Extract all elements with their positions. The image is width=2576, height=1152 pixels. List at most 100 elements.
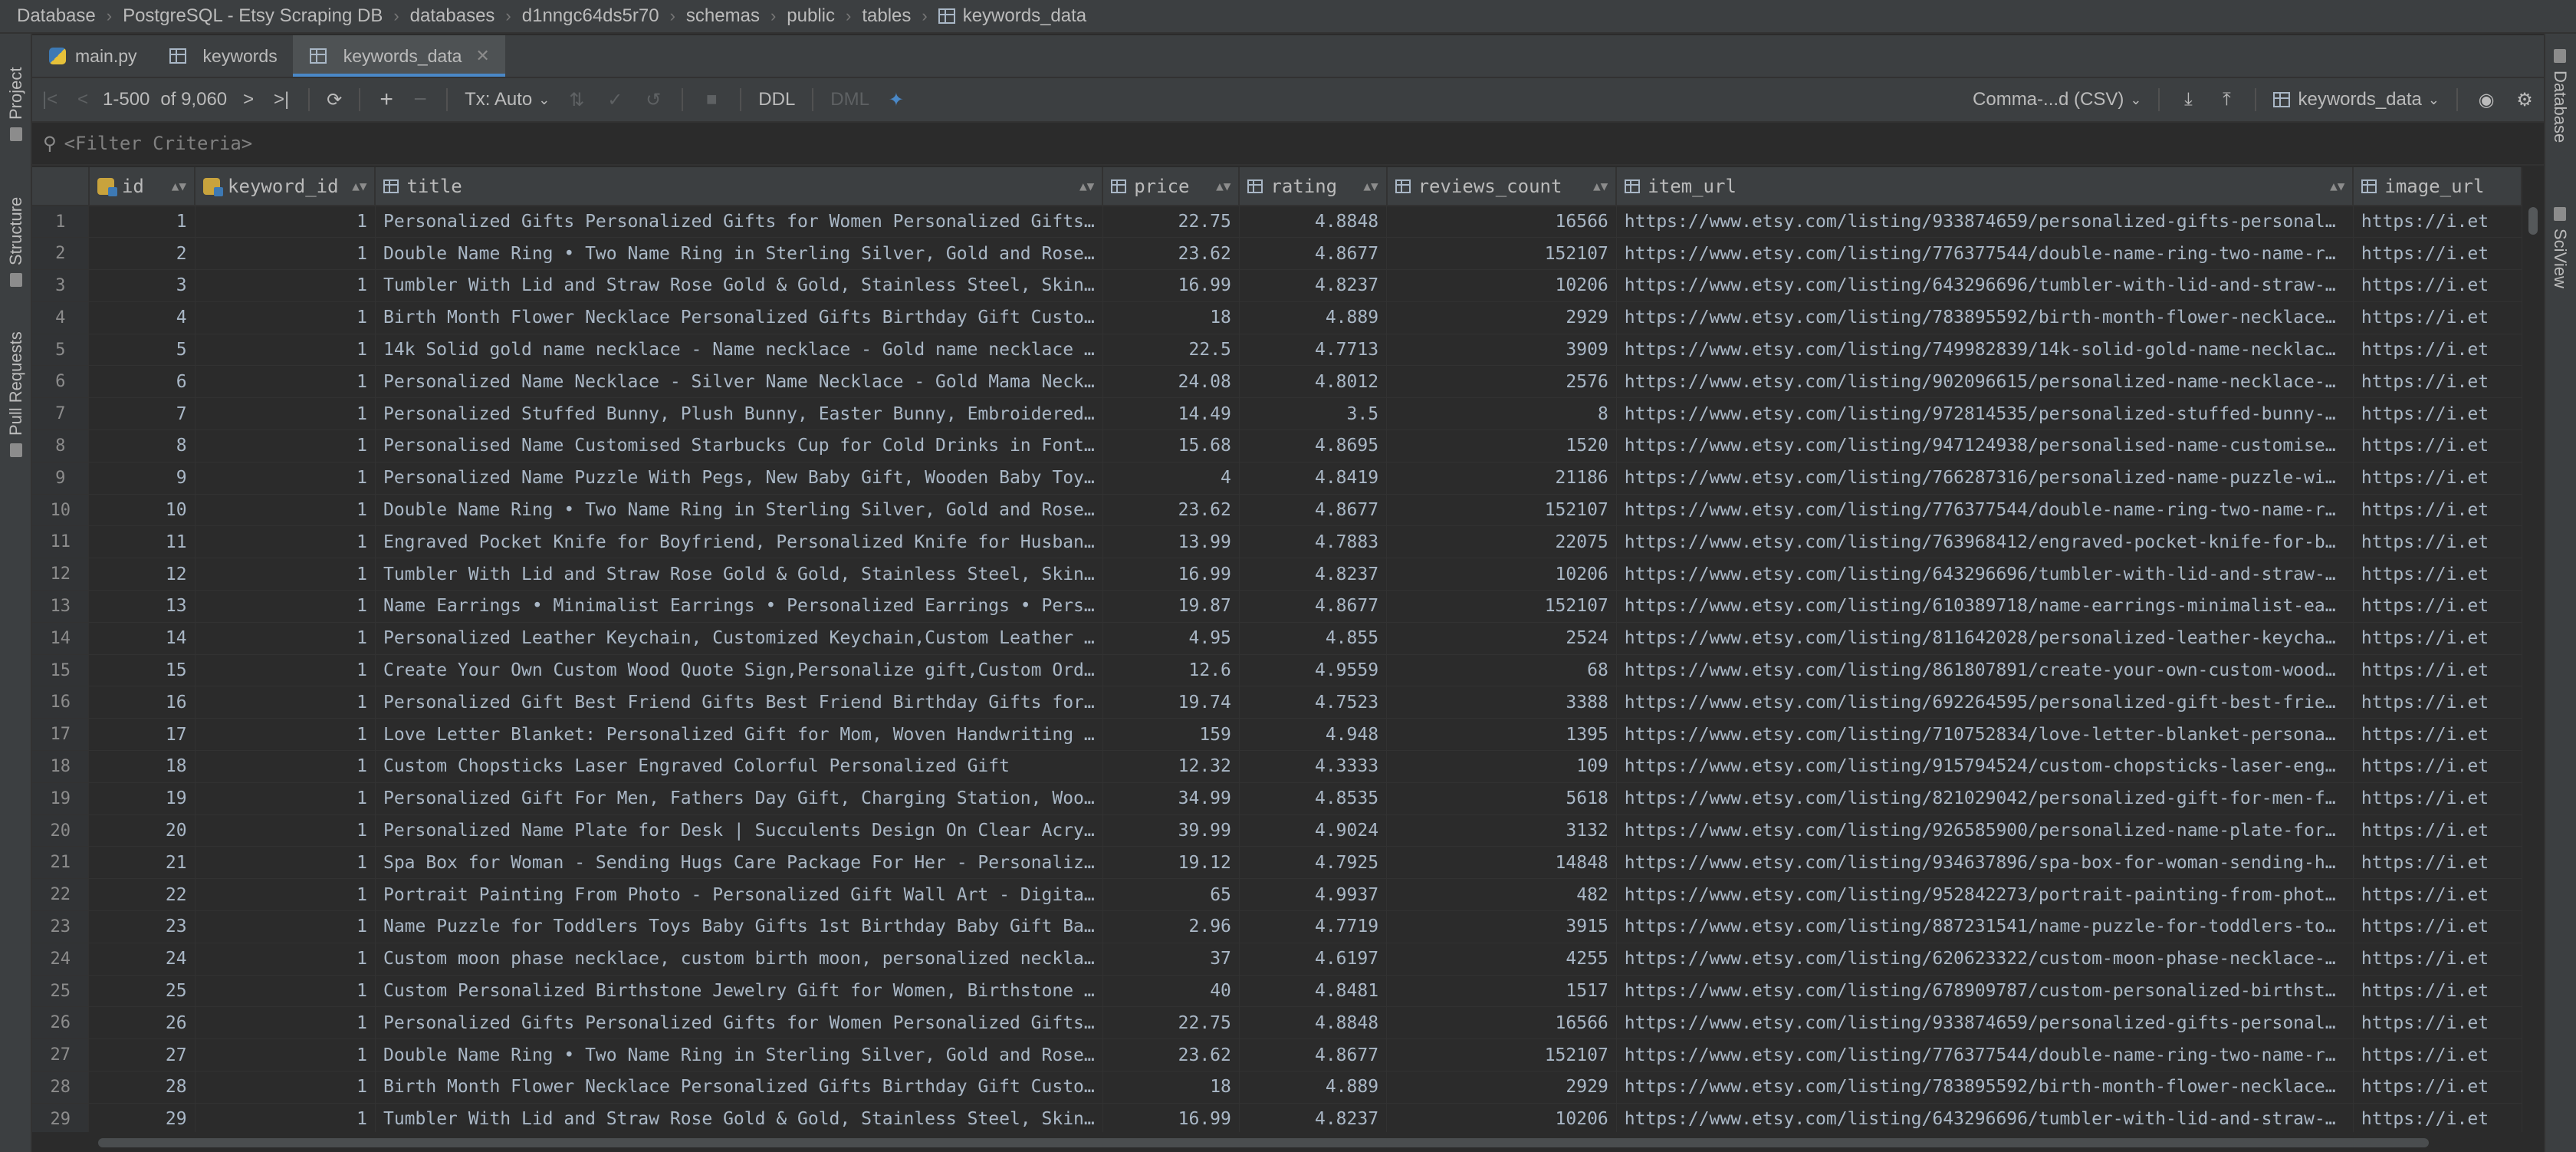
cell-rating[interactable]: 4.8848: [1239, 206, 1388, 239]
cell-price[interactable]: 23.62: [1102, 237, 1240, 271]
cell-rating[interactable]: 4.8848: [1239, 1006, 1388, 1040]
cell-rating[interactable]: 4.7713: [1239, 334, 1388, 367]
dml-button[interactable]: DML: [823, 78, 877, 121]
submit-icon[interactable]: ✓: [596, 78, 634, 121]
cell-item-url[interactable]: https://www.etsy.com/listing/643296696/t…: [1616, 558, 2354, 591]
add-row-icon[interactable]: +: [370, 78, 403, 121]
cell-title[interactable]: Custom Chopsticks Laser Engraved Colorfu…: [375, 750, 1103, 783]
cell-reviews-count[interactable]: 482: [1386, 878, 1617, 912]
cell-reviews-count[interactable]: 21186: [1386, 462, 1617, 495]
cell-rating[interactable]: 4.8237: [1239, 558, 1388, 591]
cell-rating[interactable]: 4.7523: [1239, 686, 1388, 719]
cell-item-url[interactable]: https://www.etsy.com/listing/811642028/p…: [1616, 622, 2354, 655]
table-row[interactable]: 21 21 1 Spa Box for Woman - Sending Hugs Ca…: [32, 846, 2522, 880]
prev-page-icon[interactable]: <: [67, 78, 98, 121]
cell-keyword-id[interactable]: 1: [195, 846, 376, 880]
row-number[interactable]: 3: [32, 269, 90, 302]
cell-rating[interactable]: 4.889: [1239, 301, 1388, 334]
cell-image-url[interactable]: https://i.et: [2353, 365, 2522, 399]
cell-title[interactable]: Name Puzzle for Toddlers Toys Baby Gifts…: [375, 910, 1103, 943]
cell-reviews-count[interactable]: 10206: [1386, 269, 1617, 302]
cell-item-url[interactable]: https://www.etsy.com/listing/783895592/b…: [1616, 301, 2354, 334]
table-row[interactable]: 8 8 1 Personalised Name Customised Starbuck…: [32, 430, 2522, 462]
cell-rating[interactable]: 4.8419: [1239, 462, 1388, 495]
column-header-reviews-count[interactable]: reviews_count ▲▼: [1386, 167, 1618, 206]
cell-id[interactable]: 27: [88, 1038, 196, 1072]
table-row[interactable]: 22 22 1 Portrait Painting From Photo - Pers…: [32, 878, 2522, 912]
table-row[interactable]: 3 3 1 Tumbler With Lid and Straw Rose Gold …: [32, 269, 2522, 302]
cell-image-url[interactable]: https://i.et: [2353, 846, 2522, 880]
cell-image-url[interactable]: https://i.et: [2353, 494, 2522, 527]
cell-reviews-count[interactable]: 5618: [1386, 782, 1617, 815]
cell-keyword-id[interactable]: 1: [195, 910, 376, 943]
cell-id[interactable]: 3: [88, 269, 196, 302]
row-number[interactable]: 11: [32, 525, 90, 559]
cell-reviews-count[interactable]: 109: [1386, 750, 1617, 783]
sort-icon[interactable]: ▲▼: [1593, 179, 1608, 193]
breadcrumb-item[interactable]: databases: [410, 5, 495, 27]
cell-keyword-id[interactable]: 1: [195, 525, 376, 559]
cell-item-url[interactable]: https://www.etsy.com/listing/776377544/d…: [1616, 237, 2354, 271]
cell-rating[interactable]: 4.8677: [1239, 1038, 1388, 1072]
sort-icon[interactable]: ▲▼: [1079, 179, 1094, 193]
cell-keyword-id[interactable]: 1: [195, 1006, 376, 1040]
cell-keyword-id[interactable]: 1: [195, 782, 376, 815]
cell-keyword-id[interactable]: 1: [195, 237, 376, 271]
cell-rating[interactable]: 4.9559: [1239, 654, 1388, 687]
cell-id[interactable]: 12: [88, 558, 196, 591]
row-number[interactable]: 26: [32, 1006, 90, 1040]
cell-rating[interactable]: 4.8237: [1239, 1103, 1388, 1132]
pull-requests-tool-tab[interactable]: Pull Requests: [6, 331, 26, 457]
cell-rating[interactable]: 4.8677: [1239, 237, 1388, 271]
refresh-icon[interactable]: ⟳: [319, 78, 350, 121]
horizontal-scrollbar-thumb[interactable]: [98, 1138, 2429, 1147]
cell-price[interactable]: 19.74: [1102, 686, 1240, 719]
cell-id[interactable]: 18: [88, 750, 196, 783]
cell-id[interactable]: 24: [88, 943, 196, 976]
cell-keyword-id[interactable]: 1: [195, 943, 376, 976]
cell-keyword-id[interactable]: 1: [195, 301, 376, 334]
cell-title[interactable]: Birth Month Flower Necklace Personalized…: [375, 1071, 1103, 1104]
cell-image-url[interactable]: https://i.et: [2353, 269, 2522, 302]
cell-title[interactable]: Personalized Leather Keychain, Customize…: [375, 622, 1103, 655]
cell-rating[interactable]: 3.5: [1239, 397, 1388, 431]
cell-title[interactable]: Personalized Gift Best Friend Gifts Best…: [375, 686, 1103, 719]
cell-title[interactable]: Personalized Name Puzzle With Pegs, New …: [375, 462, 1103, 495]
cell-item-url[interactable]: https://www.etsy.com/listing/861807891/c…: [1616, 654, 2354, 687]
cell-item-url[interactable]: https://www.etsy.com/listing/887231541/n…: [1616, 910, 2354, 943]
cell-image-url[interactable]: https://i.et: [2353, 525, 2522, 559]
sort-icon[interactable]: ▲▼: [352, 179, 366, 193]
table-row[interactable]: 27 27 1 Double Name Ring • Two Name Ring in…: [32, 1038, 2522, 1072]
cell-title[interactable]: Engraved Pocket Knife for Boyfriend, Per…: [375, 525, 1103, 559]
cell-price[interactable]: 15.68: [1102, 430, 1240, 462]
row-number[interactable]: 10: [32, 494, 90, 527]
cell-title[interactable]: Personalized Gifts Personalized Gifts fo…: [375, 1006, 1103, 1040]
cell-item-url[interactable]: https://www.etsy.com/listing/643296696/t…: [1616, 269, 2354, 302]
cell-rating[interactable]: 4.855: [1239, 622, 1388, 655]
sort-icon[interactable]: ▲▼: [1216, 179, 1230, 193]
cell-title[interactable]: Personalized Name Necklace - Silver Name…: [375, 365, 1103, 399]
cell-image-url[interactable]: https://i.et: [2353, 910, 2522, 943]
cell-image-url[interactable]: https://i.et: [2353, 558, 2522, 591]
cell-image-url[interactable]: https://i.et: [2353, 1071, 2522, 1104]
cell-id[interactable]: 13: [88, 590, 196, 623]
row-number[interactable]: 7: [32, 397, 90, 431]
cell-reviews-count[interactable]: 8: [1386, 397, 1617, 431]
cell-title[interactable]: Personalized Stuffed Bunny, Plush Bunny,…: [375, 397, 1103, 431]
cell-price[interactable]: 18: [1102, 1071, 1240, 1104]
cell-item-url[interactable]: https://www.etsy.com/listing/934637896/s…: [1616, 846, 2354, 880]
cell-item-url[interactable]: https://www.etsy.com/listing/766287316/p…: [1616, 462, 2354, 495]
cell-reviews-count[interactable]: 10206: [1386, 558, 1617, 591]
table-row[interactable]: 5 5 1 14k Solid gold name necklace - Name n…: [32, 334, 2522, 367]
vertical-scrollbar-thumb[interactable]: [2528, 207, 2538, 235]
row-number[interactable]: 6: [32, 365, 90, 399]
sort-icon[interactable]: ▲▼: [172, 179, 186, 193]
cell-id[interactable]: 25: [88, 975, 196, 1008]
table-row[interactable]: 13 13 1 Name Earrings • Minimalist Earrings…: [32, 590, 2522, 623]
row-number[interactable]: 4: [32, 301, 90, 334]
cell-image-url[interactable]: https://i.et: [2353, 590, 2522, 623]
download-icon[interactable]: ⤓: [2169, 78, 2207, 121]
row-number[interactable]: 21: [32, 846, 90, 880]
cell-title[interactable]: 14k Solid gold name necklace - Name neck…: [375, 334, 1103, 367]
table-row[interactable]: 19 19 1 Personalized Gift For Men, Fathers …: [32, 782, 2522, 815]
